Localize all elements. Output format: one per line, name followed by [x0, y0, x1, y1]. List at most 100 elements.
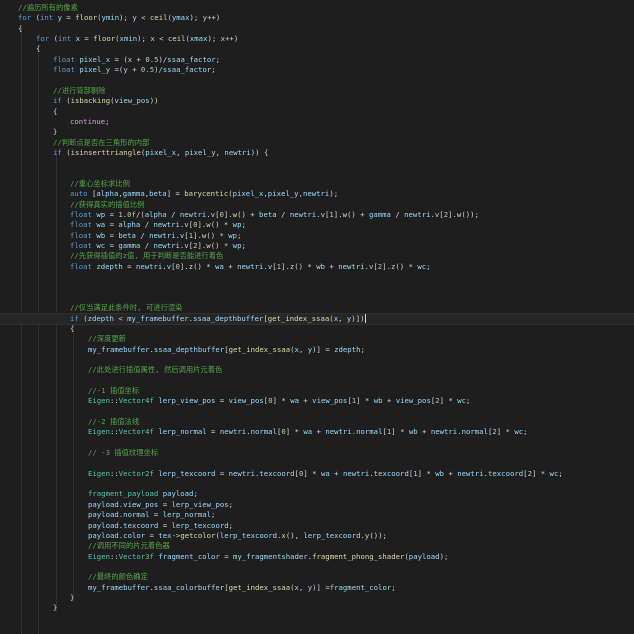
code-line[interactable]: { [36, 44, 40, 54]
code-line[interactable]: Eigen::Vector4f lerp_view_pos = view_pos… [88, 396, 470, 406]
code-line[interactable]: if (isbacking(view_pos)) [53, 96, 159, 106]
code-token: = [215, 396, 229, 406]
code-token: zdepth [334, 344, 361, 354]
code-token: ); [189, 13, 203, 23]
code-token: wc [457, 396, 467, 406]
code-token: { [70, 323, 75, 333]
code-line[interactable]: if (isinserttriangle(pixel_x, pixel_y, n… [53, 148, 268, 158]
code-line[interactable]: my_framebuffer.ssaa_colorbuffer[get_inde… [88, 583, 396, 593]
code-line[interactable]: //进行背部剔除 [53, 86, 106, 96]
code-line[interactable]: //此处进行插值属性, 然后调用片元着色 [88, 365, 222, 375]
code-comment: //进行背部剔除 [53, 85, 106, 95]
code-token: = [61, 13, 76, 23]
code-token: if [53, 147, 62, 157]
code-line[interactable]: float wb = beta / newtri.v[1].w() * wp; [70, 231, 241, 241]
code-token: if [53, 96, 62, 106]
code-token: getcolor [180, 530, 216, 540]
code-token: lerp_texcoord [219, 530, 277, 540]
code-token: float [70, 261, 92, 271]
code-line[interactable]: //重心坐标求比例 [70, 179, 130, 189]
code-line[interactable]: for (int x = floor(xmin); x < ceil(xmax)… [36, 34, 238, 44]
code-token: isbacking [70, 96, 111, 106]
code-token: } [70, 592, 75, 602]
code-token: / [135, 230, 150, 240]
code-line[interactable]: float wa = alpha / newtri.v[0].w() * wp; [70, 220, 246, 230]
code-token: newtri [404, 210, 431, 219]
code-token: , [298, 344, 308, 354]
code-token: = ( [110, 54, 128, 64]
code-token: Vector4f [118, 396, 154, 406]
code-line[interactable]: //遍历所有的像素 [18, 3, 78, 13]
code-line[interactable]: fragment_payload payload; [88, 489, 198, 499]
code-token: alpha [96, 189, 119, 199]
code-token: ()); [461, 210, 479, 219]
code-token: wa [320, 468, 330, 478]
code-token: ymax [171, 13, 190, 23]
code-line[interactable]: { [53, 107, 57, 117]
code-line[interactable]: //调用不同的片元着色器 [88, 541, 170, 551]
code-line[interactable]: float wp = 1.0f/(alpha / newtri.v[0].w()… [70, 210, 479, 220]
code-comment: //重心坐标求比例 [70, 178, 130, 188]
code-token: = [149, 510, 163, 520]
code-line[interactable]: { [18, 24, 22, 34]
code-token: ; [228, 520, 234, 530]
code-line[interactable]: } [53, 127, 57, 137]
code-token: wb [373, 396, 383, 406]
code-line[interactable]: Eigen::Vector4f lerp_normal = newtri.nor… [88, 427, 528, 437]
code-line[interactable]: //-2 插值法线 [88, 417, 139, 427]
text-cursor [365, 314, 367, 323]
code-line[interactable]: for (int y = floor(ymin); y < ceil(ymax)… [18, 13, 220, 23]
code-token: + [382, 396, 396, 406]
code-line[interactable]: my_framebuffer.ssaa_depthbuffer[get_inde… [88, 345, 365, 355]
code-line[interactable]: payload.texcoord = lerp_texcoord; [88, 521, 233, 531]
code-line[interactable]: float zdepth = newtri.v[0].z() * wa + ne… [70, 262, 431, 272]
code-line[interactable]: } [70, 593, 74, 603]
code-line[interactable]: //深度更新 [88, 334, 126, 344]
code-line[interactable]: //最终的颜色确定 [88, 572, 148, 582]
code-token: ); [137, 34, 151, 44]
code-token: + [223, 261, 238, 271]
code-line[interactable]: Eigen::Vector3f fragment_color = my_frag… [88, 552, 448, 562]
code-line[interactable]: continue; [70, 117, 110, 127]
code-token: lerp_texcoord [303, 530, 361, 540]
code-token: ; [241, 241, 246, 251]
code-line[interactable]: float wc = gamma / newtri.v[2].w() * wp; [70, 241, 246, 251]
code-token: / [140, 220, 154, 230]
code-comment: //深度更新 [88, 334, 126, 344]
code-line[interactable]: Eigen::Vector2f lerp_texcoord = newtri.t… [88, 469, 563, 479]
code-token: = [219, 551, 234, 561]
code-token: :: [109, 551, 119, 561]
code-token: ] * [439, 396, 458, 406]
code-token: wa [303, 427, 313, 437]
code-token: , [338, 313, 347, 323]
code-line[interactable]: if (zdepth < my_framebuffer.ssaa_depthbu… [0, 312, 634, 325]
code-token: gamma [368, 210, 391, 219]
code-line[interactable]: auto [alpha,gamma,beta] = barycentic(pix… [70, 189, 338, 199]
code-token: get_index_ssaa [267, 313, 330, 323]
code-editor[interactable]: //遍历所有的像素 for (int y = floor(ymin); y < c… [0, 0, 634, 634]
code-token: )) { [250, 147, 269, 157]
code-line[interactable]: payload.color = tex->getcolor(lerp_texco… [88, 531, 387, 541]
code-token: 0.5 [145, 54, 159, 64]
code-line[interactable]: { [70, 324, 74, 334]
code-line[interactable]: // -3 插值纹理坐标 [88, 448, 158, 458]
code-token: Eigen [88, 427, 110, 437]
code-token: = [158, 520, 172, 530]
code-line[interactable]: float pixel_y =(y + 0.5)/ssaa_factor; [53, 65, 216, 75]
code-line[interactable]: //判断点是否在三角形的内部 [53, 138, 149, 148]
code-line[interactable]: payload.normal = lerp_normal; [88, 510, 215, 520]
code-token: pixel_x [145, 147, 177, 157]
code-line[interactable]: payload.view_pos = lerp_view_pos; [88, 500, 233, 510]
code-token: lerp_view_pos [171, 499, 229, 509]
code-token: isinserttriangle [70, 147, 141, 157]
code-line[interactable]: //先获得插值的z值, 用于判断是否能进行着色 [70, 251, 223, 261]
code-line[interactable]: //仅当满足此条件时, 可进行渲染 [70, 303, 182, 313]
code-token: ]. [448, 210, 457, 219]
code-line[interactable]: //获得真实的插值比例 [70, 200, 144, 210]
code-token: Vector4f [118, 427, 154, 437]
code-line[interactable]: } [53, 603, 57, 613]
code-token: color [123, 530, 146, 540]
code-line[interactable]: //-1 插值坐标 [88, 386, 139, 396]
code-token: Eigen [88, 551, 110, 561]
code-line[interactable]: float pixel_x = (x + 0.5)/ssaa_factor; [53, 55, 220, 65]
